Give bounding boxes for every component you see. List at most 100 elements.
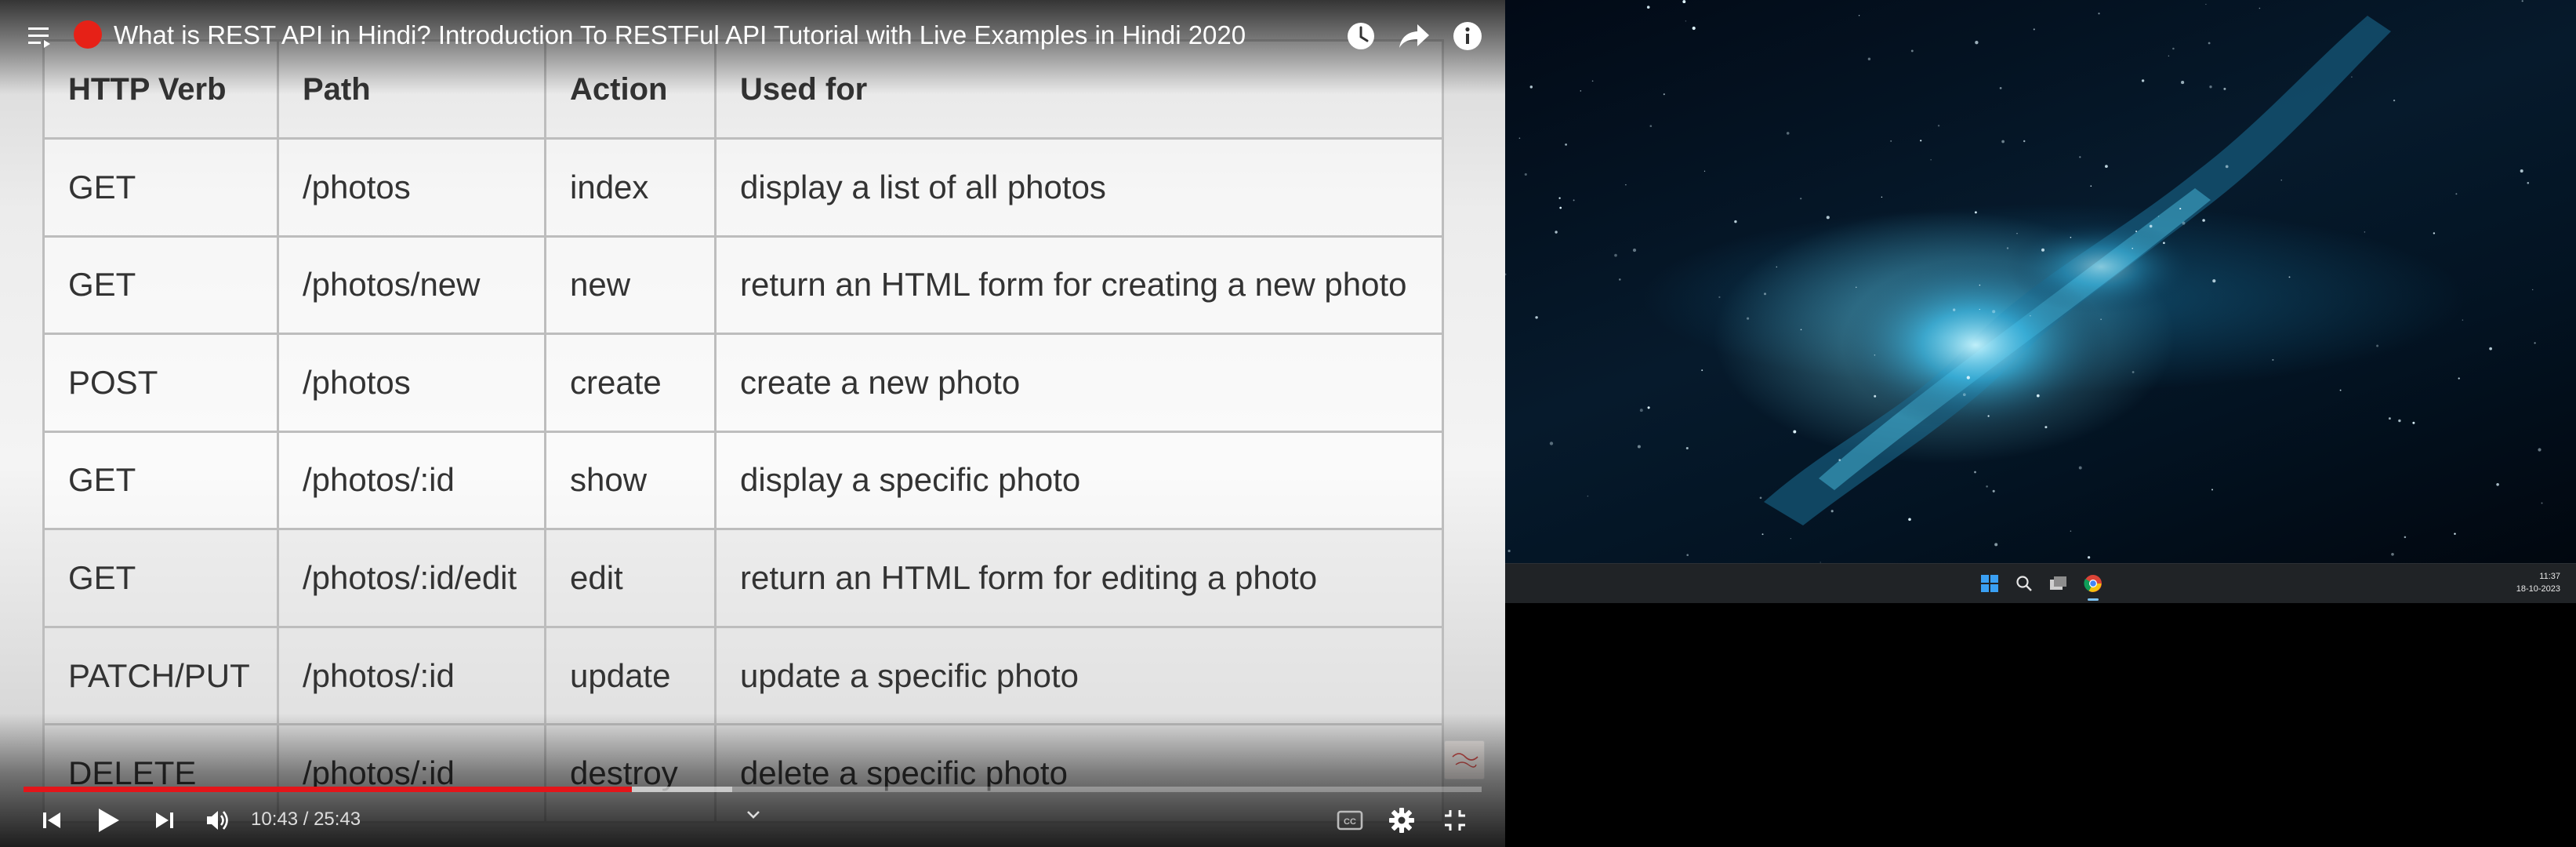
task-view-icon[interactable] (2046, 571, 2071, 596)
cell-action: index (544, 137, 717, 238)
star (2141, 79, 2145, 82)
star (1559, 206, 1562, 209)
table-row: PATCH/PUT/photos/:id update update a speci… (42, 625, 1444, 726)
star (2182, 221, 2186, 225)
star (2041, 248, 2045, 252)
star (2098, 13, 2100, 15)
gear-icon[interactable] (1384, 803, 1419, 838)
star (2023, 140, 2026, 143)
star (2521, 0, 2523, 2)
search-icon[interactable] (2012, 571, 2037, 596)
star (1992, 310, 1996, 314)
cell-http-verb: GET (42, 430, 279, 531)
windows-start-icon[interactable] (1977, 571, 2002, 596)
star (2163, 242, 2165, 245)
star (1647, 406, 1650, 409)
desktop-wallpaper[interactable] (1505, 0, 2576, 563)
star (1830, 510, 1834, 513)
star (1580, 90, 1582, 92)
star (1800, 198, 1802, 200)
star (1619, 278, 1621, 281)
star (1763, 293, 1767, 296)
star (1974, 471, 1976, 474)
star (2070, 530, 2072, 532)
star (2462, 319, 2464, 321)
star (2078, 466, 2082, 470)
star (2179, 208, 2182, 210)
table-row: POST/photos create create a new photo (42, 333, 1444, 433)
star (1555, 231, 1558, 234)
video-title[interactable]: What is REST API in Hindi? Introduction … (114, 17, 1290, 53)
cell-path: /photos (277, 333, 546, 433)
table-row: GET/photos/:id/edit edit return an HTML fo… (42, 528, 1444, 628)
star (1910, 49, 1914, 53)
star (1962, 393, 1966, 397)
cell-http-verb: GET (42, 234, 279, 336)
star (2534, 342, 2536, 344)
star (1759, 496, 1762, 500)
progress-bar[interactable] (24, 787, 1482, 792)
skip-previous-icon[interactable] (34, 805, 69, 836)
star (2225, 165, 2229, 169)
star (1974, 211, 1977, 214)
play-icon[interactable] (89, 803, 127, 838)
star (1549, 442, 1554, 445)
cell-path: /photos/:id (277, 625, 546, 726)
star (2211, 489, 2213, 491)
cell-http-verb: POST (42, 333, 279, 433)
cell-used-for: display a specific photo (714, 430, 1444, 531)
star (2391, 552, 2394, 556)
star (1565, 144, 1567, 146)
info-icon[interactable] (1449, 17, 1486, 55)
star (1573, 199, 1575, 202)
progress-played (24, 787, 632, 792)
share-icon[interactable] (1395, 17, 1433, 55)
video-player[interactable]: HTTP Verb Path Action Used for GET/photo… (0, 0, 1505, 847)
star (2527, 182, 2530, 184)
star (1979, 308, 1980, 311)
star (2412, 421, 2415, 424)
cell-used-for: return an HTML form for creating a new p… (714, 234, 1444, 336)
clock-icon[interactable] (1342, 17, 1380, 55)
star (1663, 93, 1665, 96)
star (1558, 197, 1561, 199)
captions-icon[interactable]: CC (1333, 805, 1367, 836)
skip-next-icon[interactable] (147, 805, 182, 836)
volume-icon[interactable] (201, 805, 235, 836)
star (2339, 389, 2342, 391)
playlist-icon[interactable] (24, 20, 58, 52)
star (1874, 354, 1876, 356)
nebula-wallpaper-image (1505, 0, 2543, 563)
star (1994, 543, 1998, 547)
cell-http-verb: GET (42, 528, 279, 628)
star (1867, 57, 1871, 60)
star (1930, 159, 1932, 161)
star (2030, 314, 2031, 317)
cell-http-verb: GET (42, 137, 279, 238)
live-dot-icon (72, 17, 103, 52)
system-clock[interactable]: 11:37 18-10-2023 (2516, 570, 2560, 595)
table-row: GET/photos index display a list of all pho… (42, 137, 1444, 238)
exit-fullscreen-icon[interactable] (1438, 805, 1472, 836)
star (1682, 0, 1686, 4)
star (1637, 445, 1641, 449)
cell-action: edit (544, 528, 717, 628)
star (2202, 219, 2205, 222)
star (1937, 125, 1940, 127)
cell-action: create (544, 333, 717, 433)
table-row: GET/photos/:id show display a specific pho… (42, 430, 1444, 531)
star (2208, 42, 2211, 45)
chevron-down-icon[interactable] (742, 805, 765, 825)
star (2433, 232, 2436, 234)
table-row: GET/photos/new new return an HTML form for… (42, 234, 1444, 336)
star (2212, 279, 2216, 283)
star (1632, 248, 1637, 253)
star (2351, 76, 2353, 78)
star (1953, 308, 1956, 311)
star (2489, 347, 2492, 351)
chrome-icon[interactable] (2081, 571, 2106, 601)
star (2393, 99, 2396, 102)
star (1625, 184, 1627, 186)
star (1529, 85, 1533, 89)
star (1987, 415, 1990, 417)
